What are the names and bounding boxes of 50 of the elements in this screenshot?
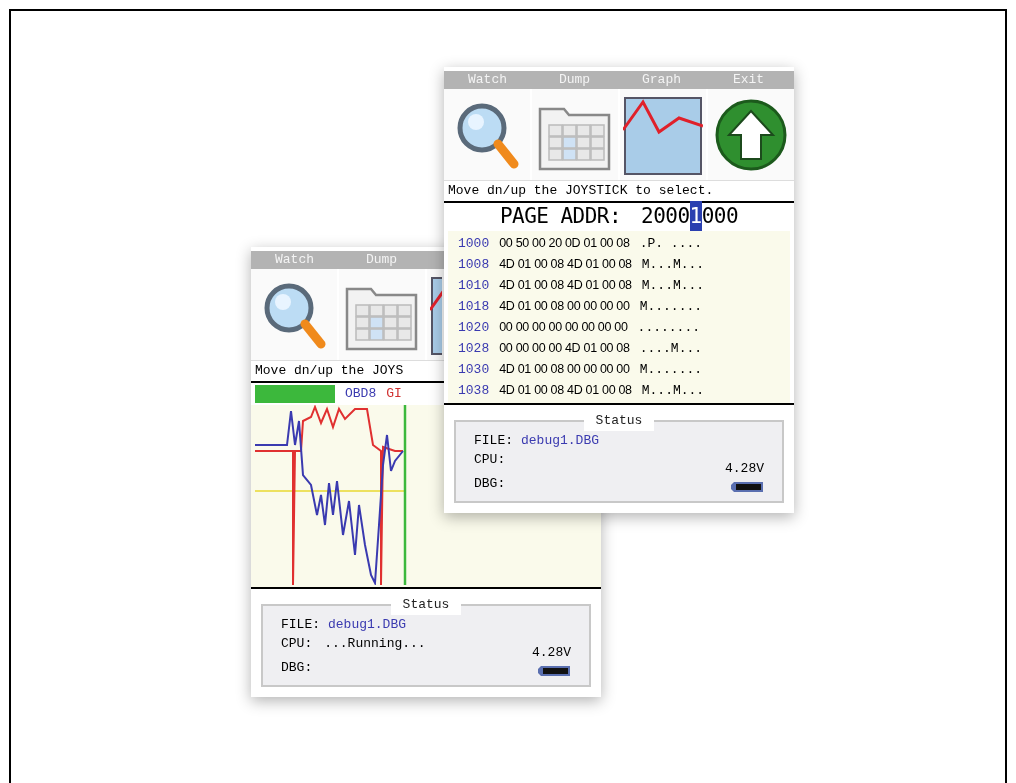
hex-bytes: 4D 01 00 08 00 00 00 00 [499,361,630,378]
hex-bytes: 4D 01 00 08 4D 01 00 08 [499,277,632,294]
voltage-reading: 4.28V [532,643,571,662]
ascii-text: ....M... [639,340,703,358]
address-digit[interactable]: 0 [713,201,726,233]
address-digit[interactable]: 1 [689,201,702,233]
address-cell-text: 1000 [458,235,490,253]
address-cell-text: 1008 [458,256,490,274]
cpu-label: CPU: [281,635,313,653]
ascii-text: M....... [639,298,703,316]
ascii-text: ........ [637,319,700,337]
battery-icon [730,481,764,493]
dbg-label: DBG: [474,474,506,493]
battery-icon [537,665,571,677]
hex-bytes: 4D 01 00 08 4D 01 00 08 [499,382,632,399]
address-cell-text: 1038 [458,382,490,400]
address-cell-text: 1030 [458,361,490,379]
address-digit[interactable]: 0 [701,201,714,233]
file-label: FILE: [281,615,320,634]
hex-bytes: 00 00 00 00 4D 01 00 08 [499,340,630,357]
ascii-text: .P. .... [639,235,703,253]
address-cell-text: 1018 [458,298,490,316]
address-digit[interactable]: 0 [665,201,678,233]
address-digit[interactable]: 0 [677,201,690,233]
file-label: FILE: [474,431,513,450]
channel-label[interactable]: OBD8 [345,384,377,404]
page-addr-label: PAGE ADDR: [499,203,622,231]
hex-bytes: 4D 01 00 08 4D 01 00 08 [499,256,632,273]
hex-bytes: 00 00 00 00 00 00 00 00 [499,319,628,336]
cpu-state: ...Running... [324,635,426,653]
address-digit[interactable]: 2 [641,201,654,233]
cpu-label: CPU: [474,451,506,469]
address-cell-text: 1028 [458,340,490,358]
ascii-text: M....... [639,361,703,379]
instruction-text: Move dn/up the JOYS [254,362,405,380]
instruction-text: Move dn/up the JOYSTICK to select. [447,182,715,200]
channel-label[interactable]: GI [386,384,402,404]
dbg-label: DBG: [281,658,314,677]
address-digit[interactable]: 0 [653,201,666,233]
address-cell-text: 1020 [458,319,490,337]
ascii-text: M...M... [641,277,705,295]
file-name: debug1.DBG [521,431,600,450]
ascii-text: M...M... [641,382,705,400]
ascii-text: M...M... [641,256,705,274]
voltage-reading: 4.28V [725,459,764,478]
file-name: debug1.DBG [328,615,407,634]
hex-bytes: 4D 01 00 08 00 00 00 00 [499,298,630,315]
address-cell-text: 1010 [458,277,490,295]
hex-bytes: 00 50 00 20 0D 01 00 08 [499,235,630,252]
address-digit[interactable]: 0 [725,201,739,233]
